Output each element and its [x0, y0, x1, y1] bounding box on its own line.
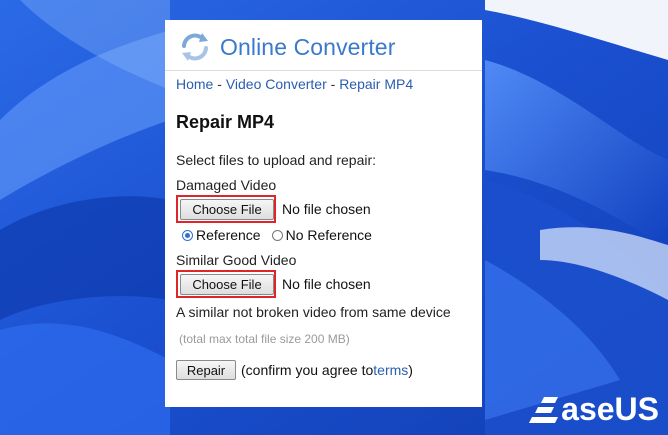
easeus-watermark: aseUS	[528, 391, 659, 428]
upload-instructions: Select files to upload and repair:	[176, 152, 377, 168]
similar-file-status: No file chosen	[282, 276, 371, 292]
damaged-choose-file-button[interactable]: Choose File	[180, 199, 274, 220]
breadcrumb-separator: -	[213, 76, 226, 92]
similar-choose-file-button[interactable]: Choose File	[180, 274, 274, 295]
reference-radio-label[interactable]: Reference	[196, 227, 261, 243]
breadcrumb: Home - Video Converter - Repair MP4	[176, 76, 413, 92]
similar-video-label: Similar Good Video	[176, 252, 297, 268]
breadcrumb-separator: -	[326, 76, 340, 92]
repair-action-row: Repair (confirm you agree to terms)	[176, 360, 413, 380]
no-reference-radio[interactable]	[271, 229, 283, 241]
easeus-logo-icon	[529, 396, 559, 423]
file-size-note: (total max total file size 200 MB)	[179, 332, 350, 346]
header-divider	[165, 70, 482, 71]
breadcrumb-video-converter-link[interactable]: Video Converter	[226, 76, 327, 92]
brand-name[interactable]: Online Converter	[220, 34, 395, 61]
no-reference-radio-label[interactable]: No Reference	[286, 227, 372, 243]
convert-arrows-icon	[182, 33, 208, 61]
repair-button[interactable]: Repair	[176, 360, 236, 380]
terms-link[interactable]: terms	[373, 362, 408, 378]
reference-mode-group: Reference No Reference	[182, 227, 383, 243]
page-title: Repair MP4	[176, 112, 275, 132]
similar-video-hint: A similar not broken video from same dev…	[176, 304, 451, 320]
damaged-video-label: Damaged Video	[176, 177, 277, 193]
breadcrumb-current-link[interactable]: Repair MP4	[339, 76, 413, 92]
confirm-text-suffix: )	[408, 362, 413, 378]
site-header: Online Converter	[178, 28, 395, 66]
breadcrumb-home-link[interactable]: Home	[176, 76, 213, 92]
watermark-text: aseUS	[561, 391, 659, 427]
damaged-file-status: No file chosen	[282, 201, 371, 217]
reference-radio[interactable]	[182, 229, 193, 241]
converter-page: Online Converter Home - Video Converter …	[165, 20, 482, 407]
confirm-text-prefix: (confirm you agree to	[241, 362, 374, 378]
